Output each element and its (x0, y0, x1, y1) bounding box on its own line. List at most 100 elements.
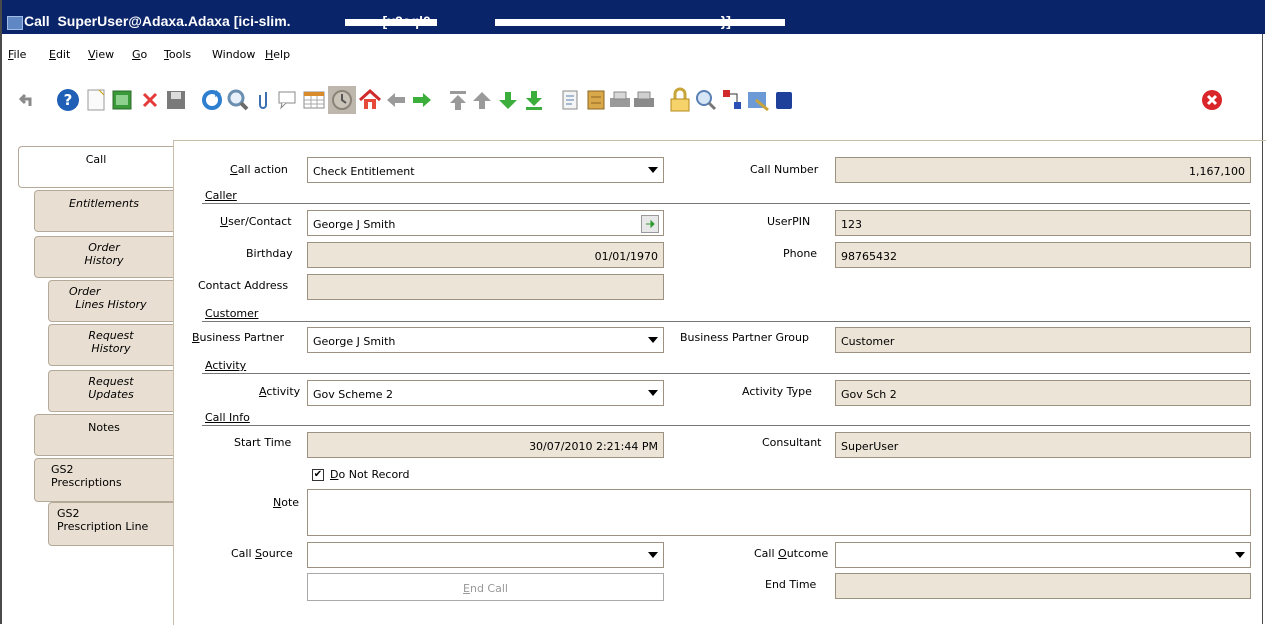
call-number-field[interactable]: 1,167,100 (835, 157, 1251, 183)
menu-go[interactable]: Go (132, 48, 147, 61)
history-icon[interactable] (328, 86, 356, 114)
menu-edit[interactable]: Edit (49, 48, 70, 61)
caller-section-text: Caller (205, 189, 237, 202)
end-time-field[interactable] (835, 573, 1251, 599)
note-textarea[interactable] (307, 489, 1251, 536)
chevron-down-icon[interactable] (643, 381, 663, 405)
next-record-icon[interactable] (494, 86, 522, 114)
menu-view[interactable]: View (88, 48, 114, 61)
bp-group-label: Business Partner Group (680, 331, 809, 344)
end-call-button[interactable]: End Call (307, 573, 664, 601)
userpin-field[interactable]: 123 (835, 210, 1251, 236)
user-contact-value: George J Smith (313, 218, 396, 231)
product-info-icon[interactable] (744, 86, 772, 114)
activity-type-field[interactable]: Gov Sch 2 (835, 380, 1251, 406)
back-icon[interactable] (382, 86, 410, 114)
bp-group-field[interactable]: Customer (835, 327, 1251, 353)
do-not-record-checkbox[interactable]: ✔ (312, 469, 324, 481)
delete-icon[interactable] (136, 86, 164, 114)
menu-help[interactable]: Help (265, 48, 290, 61)
tab-gs2-prescription-line[interactable]: GS2 Prescription Line (48, 502, 174, 546)
caller-section-title: Caller (205, 189, 237, 202)
tab-label: Notes (88, 421, 120, 434)
home-icon[interactable] (356, 86, 384, 114)
undo-icon[interactable] (12, 86, 40, 114)
tab-label-line1: Request (88, 375, 134, 388)
call-info-section-divider (202, 425, 1250, 426)
copy-record-icon[interactable] (108, 86, 136, 114)
previous-record-icon[interactable] (468, 86, 496, 114)
svg-text:?: ? (64, 91, 73, 109)
tab-order-lines-history[interactable]: Order Lines History (48, 280, 174, 322)
activity-select[interactable]: Gov Scheme 2 (307, 380, 664, 406)
redaction-bar (495, 19, 785, 26)
tab-notes[interactable]: Notes (34, 414, 174, 456)
phone-label: Phone (783, 247, 818, 260)
zoom-across-icon[interactable] (692, 86, 720, 114)
exit-icon[interactable] (1198, 86, 1226, 114)
menu-file[interactable]: File (8, 48, 26, 61)
tab-label-line2: History (84, 254, 124, 267)
business-partner-label: Business Partner (192, 331, 284, 344)
report-icon[interactable] (556, 86, 584, 114)
new-record-icon[interactable] (82, 86, 110, 114)
tab-request-updates[interactable]: Request Updates (48, 370, 174, 412)
user-contact-field[interactable]: George J Smith (307, 210, 664, 236)
workflow-icon[interactable] (718, 86, 746, 114)
business-partner-value: George J Smith (313, 335, 396, 348)
phone-field[interactable]: 98765432 (835, 242, 1251, 268)
tab-label-line1: GS2 (51, 463, 74, 476)
start-time-field[interactable]: 30/07/2010 2:21:44 PM (307, 432, 664, 458)
menu-window[interactable]: Window (212, 48, 255, 61)
title-bar: Call SuperUser@Adaxa.Adaxa [ici-slim.[x2… (2, 0, 1265, 34)
contact-address-label: Contact Address (198, 279, 289, 292)
forward-icon[interactable] (408, 86, 436, 114)
close-window-icon[interactable] (770, 86, 798, 114)
tab-order-history[interactable]: Order History (34, 236, 174, 278)
main-content: Call Entitlements Order History Order Line… (18, 140, 1266, 625)
end-time-label: End Time (765, 578, 817, 591)
userpin-label: UserPIN (767, 215, 811, 228)
save-icon[interactable] (162, 86, 190, 114)
find-icon[interactable] (224, 86, 252, 114)
consultant-field[interactable]: SuperUser (835, 432, 1251, 458)
call-action-value: Check Entitlement (313, 165, 415, 178)
call-outcome-select[interactable] (835, 542, 1251, 568)
business-partner-select[interactable]: George J Smith (307, 327, 664, 353)
menu-bar: File Edit View Go Tools Window Help (2, 42, 1262, 62)
call-source-label: Call Source (231, 547, 293, 560)
activity-type-label: Activity Type (742, 385, 812, 398)
tab-label-line2: Prescription Line (57, 520, 149, 533)
tab-request-history[interactable]: Request History (48, 324, 174, 366)
last-record-icon[interactable] (520, 86, 548, 114)
birthday-field[interactable]: 01/01/1970 (307, 242, 664, 268)
tab-entitlements[interactable]: Entitlements (34, 190, 174, 232)
activity-section-text: Activity (205, 359, 247, 372)
contact-address-field[interactable] (307, 274, 664, 300)
chevron-down-icon[interactable] (643, 543, 663, 567)
chevron-down-icon[interactable] (643, 328, 663, 352)
refresh-icon[interactable] (198, 86, 226, 114)
tab-call[interactable]: Call (18, 146, 174, 188)
tab-gs2-prescriptions[interactable]: GS2 Prescriptions (34, 458, 174, 502)
activity-value: Gov Scheme 2 (313, 388, 394, 401)
app-icon (7, 16, 23, 30)
print-icon[interactable] (630, 86, 658, 114)
caller-section-divider (202, 203, 1250, 204)
lock-icon[interactable] (666, 86, 694, 114)
menu-tools[interactable]: Tools (164, 48, 191, 61)
chevron-down-icon[interactable] (1230, 543, 1250, 567)
help-icon[interactable]: ? (54, 86, 82, 114)
call-source-select[interactable] (307, 542, 664, 568)
activity-section-title: Activity (205, 359, 246, 372)
user-contact-label: User/Contact (220, 215, 292, 228)
chat-icon[interactable] (274, 86, 302, 114)
grid-toggle-icon[interactable] (300, 86, 328, 114)
chevron-down-icon[interactable] (643, 158, 663, 182)
activity-section-divider (202, 373, 1250, 374)
lookup-icon[interactable] (641, 215, 659, 233)
tab-label-line1: Order (69, 285, 101, 298)
consultant-label: Consultant (762, 436, 822, 449)
customer-section-divider (202, 321, 1250, 322)
call-action-select[interactable]: Check Entitlement (307, 157, 664, 183)
